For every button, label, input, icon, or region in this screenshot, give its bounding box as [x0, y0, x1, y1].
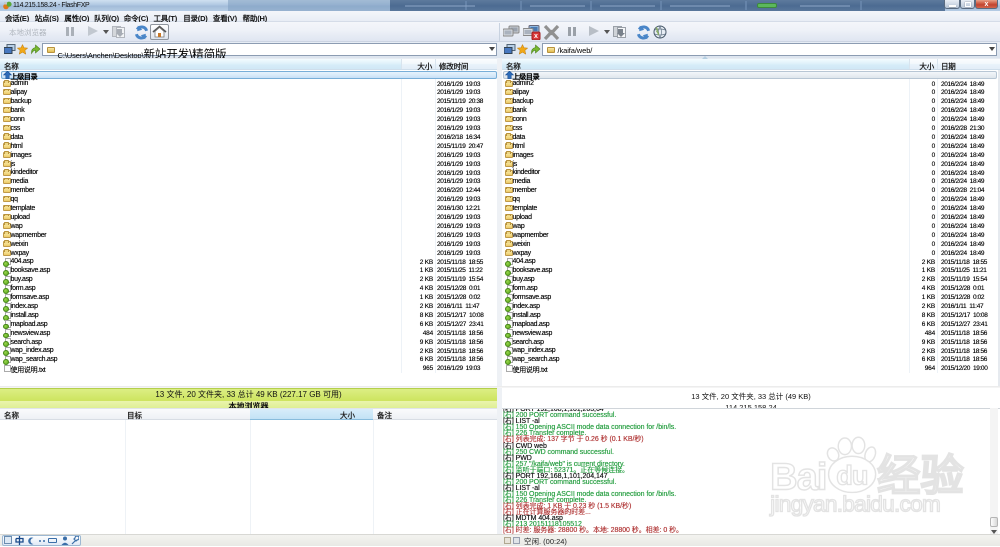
svg-text:x: x	[534, 33, 538, 40]
